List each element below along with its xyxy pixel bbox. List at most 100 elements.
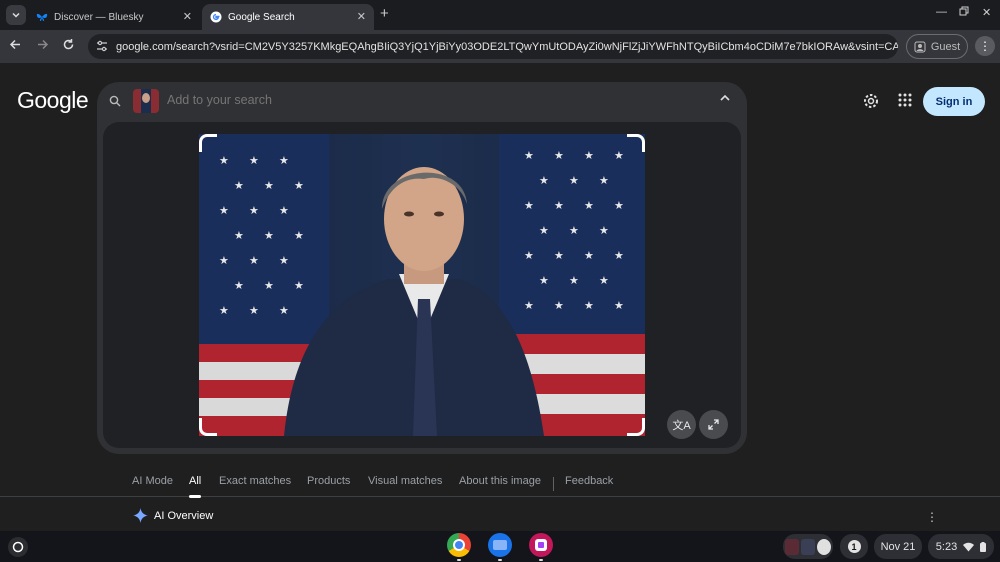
crop-handle-bottom-right[interactable]	[627, 418, 645, 436]
tab-strip: Discover — Bluesky ✕ Google Search ✕ + —…	[0, 0, 1000, 30]
back-icon[interactable]	[9, 38, 22, 54]
profile-icon	[914, 41, 926, 52]
google-logo[interactable]: Google	[17, 87, 89, 114]
svg-text:★: ★	[554, 199, 564, 212]
svg-text:★: ★	[614, 249, 624, 262]
close-tab-icon[interactable]: ✕	[357, 10, 366, 23]
holding-space-tray[interactable]	[783, 534, 833, 559]
tab-google-search[interactable]: Google Search ✕	[202, 4, 374, 30]
tab-all[interactable]: All	[189, 475, 202, 498]
tab-ai-mode[interactable]: AI Mode	[132, 475, 173, 487]
svg-text:★: ★	[249, 154, 259, 167]
svg-text:★: ★	[279, 304, 289, 317]
launcher-button[interactable]	[8, 537, 28, 557]
translate-button[interactable]: 文A	[667, 410, 696, 439]
apps-grid-icon[interactable]	[898, 93, 912, 112]
svg-text:★: ★	[234, 179, 244, 192]
url-text: google.com/search?vsrid=CM2V5Y3257KMkgEQ…	[116, 40, 898, 53]
svg-text:★: ★	[599, 174, 609, 187]
running-indicator	[498, 559, 502, 561]
tab-products[interactable]: Products	[307, 475, 350, 487]
tab-bluesky[interactable]: Discover — Bluesky ✕	[28, 4, 200, 30]
running-indicator	[457, 559, 461, 561]
svg-text:★: ★	[554, 249, 564, 262]
svg-text:★: ★	[614, 149, 624, 162]
svg-text:★: ★	[219, 254, 229, 267]
tab-about-this-image[interactable]: About this image	[459, 475, 541, 487]
recent-image-thumbnail	[817, 538, 831, 555]
svg-text:★: ★	[264, 179, 274, 192]
fullscreen-button[interactable]	[699, 410, 728, 439]
svg-text:★: ★	[219, 204, 229, 217]
svg-text:★: ★	[569, 274, 579, 287]
svg-text:★: ★	[294, 179, 304, 192]
svg-text:★: ★	[249, 254, 259, 267]
svg-text:★: ★	[234, 229, 244, 242]
result-tabs: AI Mode All Exact matches Products Visua…	[0, 469, 1000, 498]
gallery-app-icon[interactable]	[529, 533, 553, 557]
svg-text:★: ★	[264, 279, 274, 292]
close-tab-icon[interactable]: ✕	[183, 10, 192, 23]
minimize-icon[interactable]: —	[936, 6, 947, 18]
address-bar[interactable]: google.com/search?vsrid=CM2V5Y3257KMkgEQ…	[88, 34, 898, 59]
svg-text:★: ★	[614, 299, 624, 312]
google-page: Google Add to your search ★ ★ ★ ★ ★ ★ ★ …	[0, 63, 1000, 531]
search-input[interactable]	[167, 93, 567, 107]
svg-text:★: ★	[539, 224, 549, 237]
search-row	[97, 82, 747, 120]
sign-in-button[interactable]: Sign in	[923, 87, 985, 116]
profile-button[interactable]: Guest	[906, 34, 968, 59]
chrome-app-icon[interactable]	[447, 533, 471, 557]
crop-handle-top-left[interactable]	[199, 134, 217, 152]
browser-toolbar: google.com/search?vsrid=CM2V5Y3257KMkgEQ…	[0, 30, 1000, 63]
files-app-icon[interactable]	[488, 533, 512, 557]
site-info-icon[interactable]	[96, 40, 108, 54]
new-tab-icon[interactable]: +	[380, 5, 389, 22]
tab-title: Google Search	[228, 11, 295, 23]
tab-visual-matches[interactable]: Visual matches	[368, 475, 442, 487]
restore-icon[interactable]	[959, 6, 969, 19]
date-tray[interactable]: Nov 21	[874, 534, 922, 559]
svg-text:★: ★	[584, 149, 594, 162]
svg-text:★: ★	[249, 204, 259, 217]
more-menu-icon[interactable]: ⋮	[975, 36, 995, 56]
translate-icon: 文A	[672, 419, 691, 432]
gemini-sparkle-icon	[133, 508, 148, 523]
svg-text:★: ★	[569, 224, 579, 237]
svg-text:★: ★	[554, 149, 564, 162]
svg-text:★: ★	[569, 174, 579, 187]
lens-search-box: ★ ★ ★ ★ ★ ★ ★ ★ ★ ★ ★ ★ ★ ★ ★ ★ ★ ★ ★ ★ ★ ★ ★ ★ ★ ★ ★ ★ ★ ★ ★…	[97, 82, 747, 454]
svg-text:★: ★	[279, 254, 289, 267]
wifi-icon	[963, 542, 975, 551]
recent-image-thumbnail	[785, 538, 799, 555]
crop-handle-bottom-left[interactable]	[199, 418, 217, 436]
tab-exact-matches[interactable]: Exact matches	[219, 475, 291, 487]
expand-icon	[708, 419, 719, 430]
chevron-down-icon	[12, 12, 20, 18]
more-options-icon[interactable]: ⋮	[926, 510, 938, 524]
settings-icon[interactable]	[863, 93, 879, 114]
tab-feedback[interactable]: Feedback	[565, 475, 613, 487]
os-shelf: 1 Nov 21 5:23	[0, 531, 1000, 562]
status-tray[interactable]: 5:23	[928, 534, 994, 559]
image-crop-panel: ★ ★ ★ ★ ★ ★ ★ ★ ★ ★ ★ ★ ★ ★ ★ ★ ★ ★ ★ ★ ★ ★ ★ ★ ★ ★ ★ ★ ★ ★ ★…	[103, 122, 741, 448]
query-image[interactable]: ★ ★ ★ ★ ★ ★ ★ ★ ★ ★ ★ ★ ★ ★ ★ ★ ★ ★ ★ ★ ★ ★ ★ ★ ★ ★ ★ ★ ★ ★ ★…	[199, 134, 645, 436]
crop-handle-top-right[interactable]	[627, 134, 645, 152]
svg-text:★: ★	[539, 174, 549, 187]
svg-text:★: ★	[524, 149, 534, 162]
close-window-icon[interactable]: ✕	[982, 6, 991, 19]
svg-text:★: ★	[219, 304, 229, 317]
query-image-thumbnail[interactable]	[133, 89, 159, 113]
svg-text:★: ★	[264, 229, 274, 242]
chevron-up-icon[interactable]	[719, 92, 731, 107]
recent-image-thumbnail	[801, 538, 815, 555]
tab-search-button[interactable]	[6, 5, 26, 25]
svg-text:★: ★	[614, 199, 624, 212]
forward-icon[interactable]	[36, 38, 49, 54]
svg-text:★: ★	[219, 154, 229, 167]
profile-label: Guest	[930, 40, 961, 53]
svg-text:★: ★	[234, 279, 244, 292]
reload-icon[interactable]	[62, 38, 75, 54]
battery-icon	[980, 541, 987, 552]
notification-tray[interactable]: 1	[840, 534, 868, 559]
